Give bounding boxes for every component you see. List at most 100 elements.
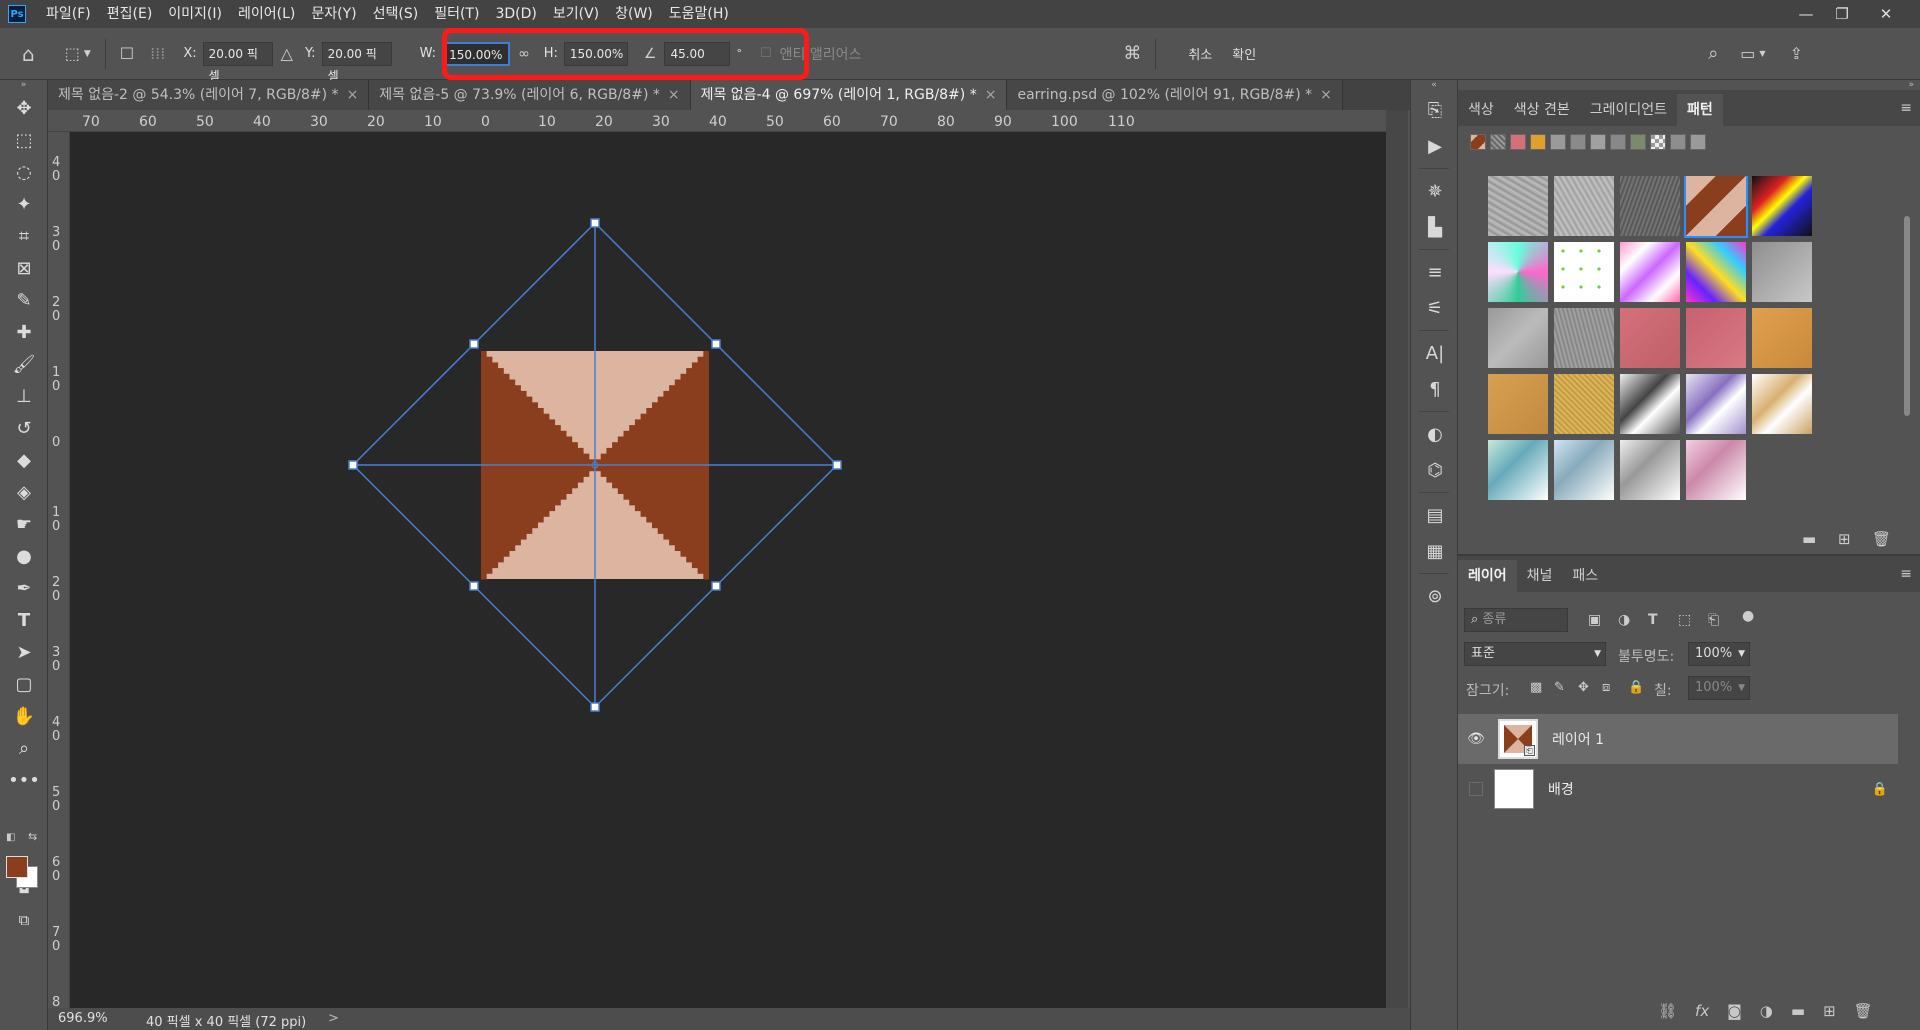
filter-adjustment-icon[interactable]: ◑ [1618, 612, 1630, 628]
move-tool-icon[interactable]: ✥ [0, 92, 48, 124]
pattern-recent[interactable] [1630, 134, 1646, 150]
delete-layer-icon[interactable]: 🗑 [1854, 1002, 1873, 1020]
default-colors-icon[interactable]: ◧ [6, 832, 15, 843]
comments-icon[interactable]: ▦ [1411, 533, 1459, 569]
restore-icon[interactable]: ❐ [1822, 0, 1862, 28]
pattern-swatch[interactable] [1488, 242, 1548, 302]
pattern-swatch[interactable] [1620, 308, 1680, 368]
menu-type[interactable]: 문자(Y) [303, 0, 364, 28]
layer-row[interactable]: 배경 🔒 [1458, 764, 1898, 814]
filter-pixel-icon[interactable]: ▣ [1588, 612, 1601, 628]
frame-tool-icon[interactable]: ⊠ [0, 252, 48, 284]
workspace-icon[interactable]: ▭ [1740, 44, 1755, 63]
canvas-area[interactable] [70, 132, 1386, 1008]
smudge-tool-icon[interactable]: ☛ [0, 508, 48, 540]
layer-name[interactable]: 레이어 1 [1552, 729, 1604, 749]
canvas-artwork[interactable] [70, 132, 1386, 1008]
pattern-swatch[interactable] [1554, 176, 1614, 236]
close-tab-icon[interactable]: × [347, 87, 359, 103]
dodge-tool-icon[interactable]: ● [0, 540, 48, 572]
tool-presets-icon[interactable]: ⚟ [1411, 290, 1459, 326]
hand-tool-icon[interactable]: ✋ [0, 700, 48, 732]
fx-icon[interactable]: fx [1695, 1002, 1709, 1020]
pattern-recent[interactable] [1610, 134, 1626, 150]
chevron-down-icon[interactable]: ▼ [84, 49, 91, 59]
panel-tab[interactable]: 패스 [1562, 560, 1608, 592]
menu-filter[interactable]: 필터(T) [426, 0, 487, 28]
eraser-tool-icon[interactable]: ◆ [0, 444, 48, 476]
type-tool-icon[interactable]: T [0, 604, 48, 636]
eyedropper-tool-icon[interactable]: ✎ [0, 284, 48, 316]
share-icon[interactable]: ⇪ [1790, 44, 1803, 63]
filter-shape-icon[interactable]: ⬚ [1678, 612, 1691, 628]
collapse-icon[interactable]: » [1458, 80, 1920, 90]
menu-file[interactable]: 파일(F) [38, 0, 99, 28]
collapse-icon[interactable]: » [0, 80, 47, 92]
fill-field[interactable]: 100% ▼ [1688, 676, 1750, 700]
pattern-swatch[interactable] [1554, 242, 1614, 302]
close-tab-icon[interactable]: × [985, 87, 997, 103]
transform-handle[interactable] [590, 702, 600, 712]
menu-layer[interactable]: 레이어(L) [230, 0, 303, 28]
3d-icon[interactable]: ⌬ [1411, 452, 1459, 488]
transform-handle[interactable] [469, 581, 479, 591]
pattern-swatch[interactable] [1752, 176, 1812, 236]
panel-tab[interactable]: 레이어 [1458, 560, 1517, 592]
brush-tool-icon[interactable]: 🖌 [0, 348, 48, 380]
patterns-scrollbar[interactable] [1902, 176, 1912, 524]
pattern-recent[interactable] [1670, 134, 1686, 150]
path-selection-tool-icon[interactable]: ➤ [0, 636, 48, 668]
foreground-color-swatch[interactable] [6, 856, 28, 878]
screen-mode-icon[interactable]: ⧉ [0, 904, 48, 936]
document-tab[interactable]: earring.psd @ 102% (레이어 91, RGB/8#) * × [1007, 80, 1343, 110]
adjustment-layer-icon[interactable]: ◑ [1760, 1002, 1773, 1020]
menu-view[interactable]: 보기(V) [545, 0, 607, 28]
menu-window[interactable]: 창(W) [607, 0, 661, 28]
cancel-transform-button[interactable]: 취소 [1188, 44, 1212, 63]
lock-transparency-icon[interactable]: ▩ [1530, 680, 1542, 695]
pattern-recent[interactable] [1550, 134, 1566, 150]
panel-menu-icon[interactable]: ≡ [1900, 566, 1912, 582]
document-tab[interactable]: 제목 없음-2 @ 54.3% (레이어 7, RGB/8#) * × [48, 80, 370, 110]
panel-tab[interactable]: 색상 견본 [1504, 94, 1580, 126]
pattern-swatch[interactable] [1488, 374, 1548, 434]
history-brush-tool-icon[interactable]: ↺ [0, 412, 48, 444]
paint-bucket-tool-icon[interactable]: ◈ [0, 476, 48, 508]
filter-toggle-icon[interactable]: ● [1742, 608, 1754, 624]
history-icon[interactable]: ⎘ [1411, 92, 1459, 128]
swap-colors-icon[interactable]: ⇆ [28, 830, 37, 843]
marquee-tool-icon[interactable]: ⬚ [0, 124, 48, 156]
healing-brush-tool-icon[interactable]: ✚ [0, 316, 48, 348]
layer-row[interactable]: 👁 ⎗ 레이어 1 [1458, 714, 1898, 764]
pattern-swatch[interactable] [1488, 308, 1548, 368]
pattern-swatch[interactable] [1554, 308, 1614, 368]
pattern-swatch[interactable] [1752, 374, 1812, 434]
pattern-recent[interactable] [1530, 134, 1546, 150]
eye-icon[interactable]: 👁 [1466, 731, 1486, 747]
magic-wand-tool-icon[interactable]: ✦ [0, 188, 48, 220]
zoom-tool-icon[interactable]: ⌕ [0, 732, 48, 764]
menu-select[interactable]: 선택(S) [365, 0, 427, 28]
panel-tab[interactable]: 채널 [1517, 560, 1563, 592]
opacity-field[interactable]: 100% ▼ [1688, 642, 1750, 666]
lock-all-icon[interactable]: 🔒 [1628, 680, 1644, 695]
character-icon[interactable]: A| [1411, 335, 1459, 371]
paragraph-icon[interactable]: ¶ [1411, 371, 1459, 407]
more-tools-icon[interactable]: ••• [0, 764, 48, 796]
warp-icon[interactable]: ⌘ [1123, 43, 1141, 64]
pattern-swatch[interactable] [1620, 176, 1680, 236]
panel-menu-icon[interactable]: ≡ [1900, 100, 1912, 116]
filter-smart-object-icon[interactable]: ⎗ [1708, 612, 1719, 628]
x-field[interactable]: 20.00 픽셀 [202, 41, 273, 83]
document-tab[interactable]: 제목 없음-5 @ 73.9% (레이어 6, RGB/8#) * × [369, 80, 691, 110]
close-tab-icon[interactable]: × [1320, 87, 1332, 103]
y-field[interactable]: 20.00 픽셀 [321, 41, 392, 83]
learn-icon[interactable]: ⊚ [1411, 578, 1459, 614]
panel-tab[interactable]: 패턴 [1677, 94, 1723, 126]
pattern-swatch[interactable] [1620, 374, 1680, 434]
crop-tool-icon[interactable]: ⌗ [0, 220, 48, 252]
pattern-swatch[interactable] [1686, 374, 1746, 434]
close-icon[interactable]: ✕ [1866, 0, 1906, 28]
minimize-icon[interactable]: — [1786, 0, 1826, 28]
lasso-tool-icon[interactable]: ◌ [0, 156, 48, 188]
